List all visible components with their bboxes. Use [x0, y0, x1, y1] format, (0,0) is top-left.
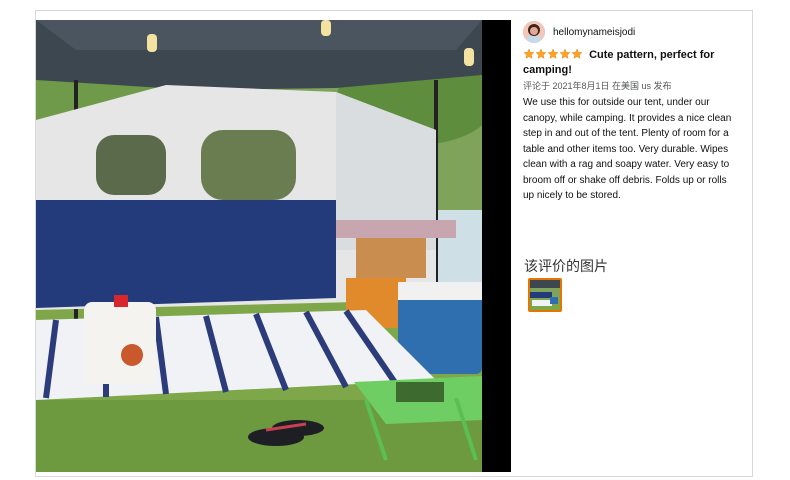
review-images-heading: 该评价的图片 [524, 258, 608, 274]
review-meta: 评论于 2021年8月1日 在美国 us 发布 [523, 81, 672, 91]
star-icon [535, 48, 547, 59]
review-heading: Cute pattern, perfect for camping! [523, 48, 733, 78]
star-rating [523, 48, 583, 60]
review-panel: hellomynameisjodi Cute pattern, perfect … [523, 20, 733, 204]
reviewer-profile[interactable]: hellomynameisjodi [523, 20, 733, 44]
reviewer-username[interactable]: hellomynameisjodi [553, 27, 635, 38]
review-image-thumbnail[interactable] [528, 278, 562, 312]
review-body: We use this for outside our tent, under … [523, 97, 732, 201]
star-icon [559, 48, 571, 59]
star-icon [547, 48, 559, 59]
review-photo [36, 20, 511, 472]
star-icon [571, 48, 583, 59]
avatar[interactable] [523, 21, 545, 43]
star-icon [523, 48, 535, 59]
